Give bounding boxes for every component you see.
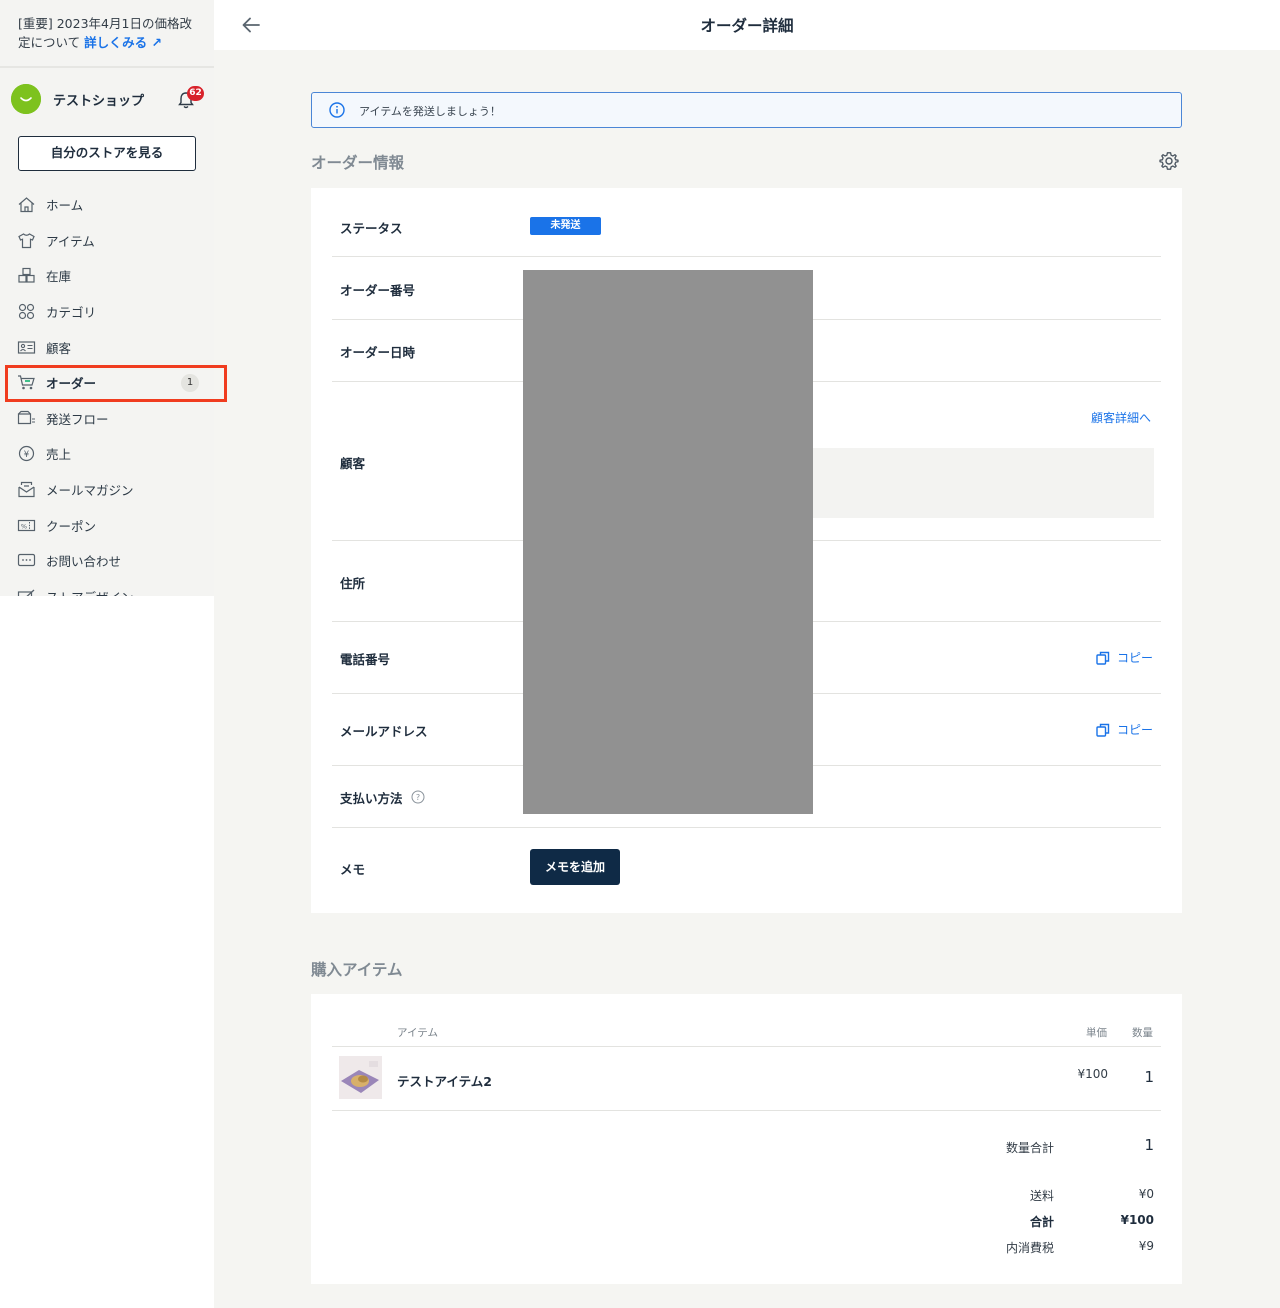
sidebar-item-coupon[interactable]: % クーポン xyxy=(0,507,214,543)
info-banner-text: アイテムを発送しましょう！ xyxy=(359,105,501,118)
copy-icon xyxy=(1096,723,1110,737)
info-icon xyxy=(329,102,345,118)
order-info-card: ステータス 未発送 オーダー番号 オーダー日時 顧客詳細へ 顧客 住所 電話番号… xyxy=(311,188,1182,913)
customer-label: 顧客 xyxy=(340,456,366,471)
sidebar-item-label: 在庫 xyxy=(46,269,72,285)
sidebar-item-label: ホーム xyxy=(46,198,84,214)
item-qty: 1 xyxy=(1144,1068,1154,1086)
item-name[interactable]: テストアイテム2 xyxy=(397,1071,492,1090)
smile-icon xyxy=(11,84,41,114)
sidebar: [重要] 2023年4月1日の価格改定について 詳しくみる ↗ テストショップ … xyxy=(0,0,227,1308)
column-header-item: アイテム xyxy=(397,1027,438,1039)
shipping-label: 送料 xyxy=(1029,1189,1054,1203)
item-thumbnail[interactable] xyxy=(339,1056,382,1099)
chat-icon xyxy=(17,554,36,567)
tax-label: 内消費税 xyxy=(1005,1241,1054,1255)
shipping-icon xyxy=(17,410,35,424)
svg-text:¥: ¥ xyxy=(24,450,30,460)
yen-icon: ¥ xyxy=(18,446,35,462)
grid-icon xyxy=(18,303,35,320)
notification-badge: 62 xyxy=(187,86,204,101)
column-header-qty: 数量 xyxy=(1132,1027,1153,1039)
design-icon xyxy=(17,589,35,596)
shop-name[interactable]: テストショップ xyxy=(53,90,144,109)
sidebar-item-items[interactable]: アイテム xyxy=(0,223,214,259)
page-header: オーダー詳細 xyxy=(214,0,1280,50)
redacted-area xyxy=(523,270,813,814)
email-label: メールアドレス xyxy=(340,724,428,739)
add-memo-button[interactable]: メモを追加 xyxy=(530,849,620,885)
customer-detail-box xyxy=(812,448,1154,518)
sidebar-item-home[interactable]: ホーム xyxy=(0,187,214,223)
sidebar-item-inventory[interactable]: 在庫 xyxy=(0,258,214,294)
sidebar-item-shipping-flow[interactable]: 発送フロー xyxy=(0,401,214,437)
sidebar-item-label: 顧客 xyxy=(46,340,72,356)
help-icon[interactable]: ? xyxy=(411,790,425,804)
boxes-icon xyxy=(18,268,35,284)
phone-label: 電話番号 xyxy=(340,652,391,667)
order-date-label: オーダー日時 xyxy=(340,345,416,360)
view-store-button[interactable]: 自分のストアを見る xyxy=(18,136,196,171)
sidebar-item-newsletter[interactable]: メールマガジン xyxy=(0,472,214,508)
shipping-value: ¥0 xyxy=(1138,1187,1154,1201)
item-photo-icon xyxy=(339,1056,382,1099)
column-header-price: 単価 xyxy=(1086,1027,1107,1039)
memo-label: メモ xyxy=(340,862,366,877)
customer-detail-link[interactable]: 顧客詳細へ xyxy=(1091,409,1151,426)
sidebar-item-store-design[interactable]: ストアデザイン xyxy=(0,579,214,596)
orders-highlight-box xyxy=(5,365,227,402)
row-divider xyxy=(332,1110,1161,1111)
shirt-icon xyxy=(18,233,35,248)
coupon-icon: % xyxy=(17,519,36,531)
row-divider xyxy=(332,827,1161,828)
sidebar-item-label: アイテム xyxy=(46,233,95,249)
price-notice: [重要] 2023年4月1日の価格改定について 詳しくみる ↗ xyxy=(18,14,203,52)
mail-icon xyxy=(18,481,35,498)
qty-total-value: 1 xyxy=(1144,1136,1154,1154)
status-badge: 未発送 xyxy=(530,217,601,235)
payment-label: 支払い方法 xyxy=(340,791,403,806)
gear-icon[interactable] xyxy=(1159,151,1179,171)
copy-label: コピー xyxy=(1117,723,1154,737)
sidebar-item-sales[interactable]: ¥ 売上 xyxy=(0,436,214,472)
notice-divider xyxy=(0,66,214,68)
sidebar-item-label: 売上 xyxy=(46,447,72,463)
svg-text:%: % xyxy=(21,522,27,530)
sidebar-item-label: お問い合わせ xyxy=(46,554,122,570)
order-info-title: オーダー情報 xyxy=(311,154,405,172)
row-divider xyxy=(332,1046,1161,1047)
sidebar-item-customers[interactable]: 顧客 xyxy=(0,329,214,365)
copy-label: コピー xyxy=(1117,651,1154,665)
svg-text:?: ? xyxy=(416,793,420,802)
sidebar-item-category[interactable]: カテゴリ xyxy=(0,294,214,330)
address-label: 住所 xyxy=(340,576,366,591)
copy-email-button[interactable]: コピー xyxy=(1095,721,1153,738)
sidebar-panel: [重要] 2023年4月1日の価格改定について 詳しくみる ↗ テストショップ … xyxy=(0,0,214,596)
purchased-items-title: 購入アイテム xyxy=(311,961,403,979)
shop-avatar[interactable] xyxy=(11,84,41,114)
copy-icon xyxy=(1096,651,1110,665)
shop-row: テストショップ 62 xyxy=(11,84,207,114)
home-icon xyxy=(18,197,35,213)
qty-total-label: 数量合計 xyxy=(1005,1141,1054,1155)
status-label: ステータス xyxy=(340,221,403,236)
item-price: ¥100 xyxy=(1077,1067,1108,1081)
page-title: オーダー詳細 xyxy=(700,17,794,35)
purchased-items-card: アイテム 単価 数量 テストアイテム2 ¥100 1 数量合計 1 送料 ¥0 … xyxy=(311,994,1182,1284)
total-value: ¥100 xyxy=(1120,1213,1154,1227)
notice-link[interactable]: 詳しくみる ↗ xyxy=(84,35,162,50)
sidebar-item-label: クーポン xyxy=(46,518,97,534)
copy-phone-button[interactable]: コピー xyxy=(1095,649,1153,666)
sidebar-item-contact[interactable]: お問い合わせ xyxy=(0,543,214,579)
total-label: 合計 xyxy=(1029,1215,1054,1229)
info-banner: アイテムを発送しましょう！ xyxy=(311,92,1182,128)
sidebar-item-label: メールマガジン xyxy=(46,483,134,499)
sidebar-item-label: ストアデザイン xyxy=(46,587,134,596)
tax-value: ¥9 xyxy=(1138,1239,1154,1253)
id-card-icon xyxy=(17,341,36,354)
row-divider xyxy=(332,256,1161,257)
order-number-label: オーダー番号 xyxy=(340,283,416,298)
sidebar-item-label: 発送フロー xyxy=(46,411,109,427)
sidebar-item-label: カテゴリ xyxy=(46,305,97,321)
